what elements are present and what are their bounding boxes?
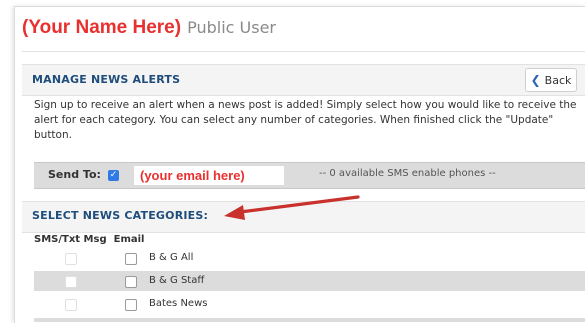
manage-news-alerts-header: MANAGE NEWS ALERTS ❮ Back <box>22 64 585 96</box>
back-button-label: Back <box>544 73 572 87</box>
category-row: Bates News <box>34 294 585 314</box>
next-row-strip <box>34 318 585 322</box>
categories-title: SELECT NEWS CATEGORIES: <box>32 209 209 222</box>
sms-info-text: -- 0 available SMS enable phones -- <box>319 168 496 179</box>
email-field: (your email here) <box>134 166 284 185</box>
category-label: B & G Staff <box>149 275 205 286</box>
sms-checkbox[interactable] <box>65 299 77 311</box>
name-annotation: (Your Name Here) <box>22 17 182 38</box>
section-title: MANAGE NEWS ALERTS <box>32 73 181 86</box>
email-checkbox[interactable] <box>125 253 137 265</box>
col-email-header: Email <box>113 234 145 245</box>
chevron-left-icon: ❮ <box>530 73 541 87</box>
intro-text: Sign up to receive an alert when a news … <box>34 99 577 141</box>
user-type: Public User <box>187 18 276 37</box>
send-to-bar: Send To: ✓ (your email here) -- 0 availa… <box>34 162 585 189</box>
col-sms-header: SMS/Txt Msg <box>34 234 107 245</box>
email-annotation: (your email here) <box>140 168 245 183</box>
category-label: Bates News <box>149 298 208 309</box>
select-news-categories-header: SELECT NEWS CATEGORIES: <box>22 201 585 233</box>
email-checkbox[interactable] <box>125 276 137 288</box>
column-headers: SMS/Txt Msg Email <box>34 234 144 245</box>
sms-checkbox[interactable] <box>65 253 77 265</box>
back-button[interactable]: ❮ Back <box>525 68 577 92</box>
category-row: B & G Staff <box>34 271 585 291</box>
email-checkbox[interactable]: ✓ <box>108 170 119 181</box>
page-header: (Your Name Here) Public User <box>22 17 276 47</box>
category-row: B & G All <box>34 248 585 268</box>
header-divider <box>22 51 585 52</box>
category-label: B & G All <box>149 252 194 263</box>
sms-checkbox[interactable] <box>65 276 77 288</box>
email-checkbox[interactable] <box>125 299 137 311</box>
send-to-label: Send To: <box>48 168 101 181</box>
